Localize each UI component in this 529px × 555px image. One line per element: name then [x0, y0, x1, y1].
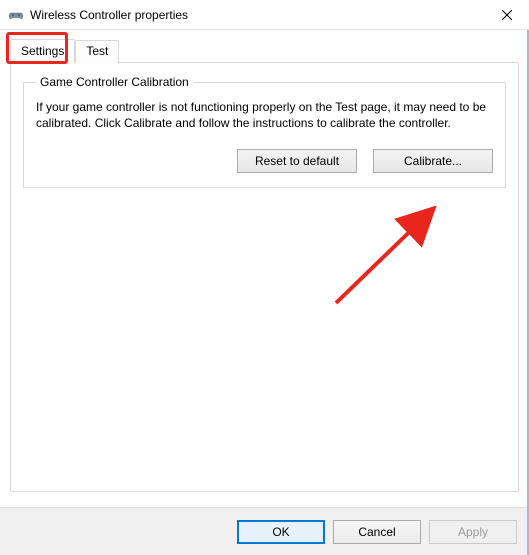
- close-icon: [502, 10, 512, 20]
- apply-button: Apply: [429, 520, 517, 544]
- ok-button[interactable]: OK: [237, 520, 325, 544]
- close-button[interactable]: [484, 0, 529, 30]
- calibration-button-row: Reset to default Calibrate...: [36, 149, 493, 173]
- tab-settings[interactable]: Settings: [10, 39, 75, 63]
- content-area: Settings Test Game Controller Calibratio…: [0, 30, 529, 507]
- titlebar: Wireless Controller properties: [0, 0, 529, 30]
- tab-test[interactable]: Test: [75, 40, 119, 64]
- tab-strip: Settings Test: [10, 38, 519, 62]
- reset-to-default-button[interactable]: Reset to default: [237, 149, 357, 173]
- cancel-button[interactable]: Cancel: [333, 520, 421, 544]
- tab-panel-settings: Game Controller Calibration If your game…: [10, 62, 519, 492]
- window-title: Wireless Controller properties: [30, 8, 484, 22]
- calibration-description: If your game controller is not functioni…: [36, 99, 493, 131]
- controller-icon: [8, 7, 24, 23]
- calibration-group: Game Controller Calibration If your game…: [23, 75, 506, 188]
- dialog-footer: OK Cancel Apply: [0, 507, 529, 555]
- calibration-legend: Game Controller Calibration: [36, 75, 193, 89]
- calibrate-button[interactable]: Calibrate...: [373, 149, 493, 173]
- annotation-arrow: [311, 193, 471, 313]
